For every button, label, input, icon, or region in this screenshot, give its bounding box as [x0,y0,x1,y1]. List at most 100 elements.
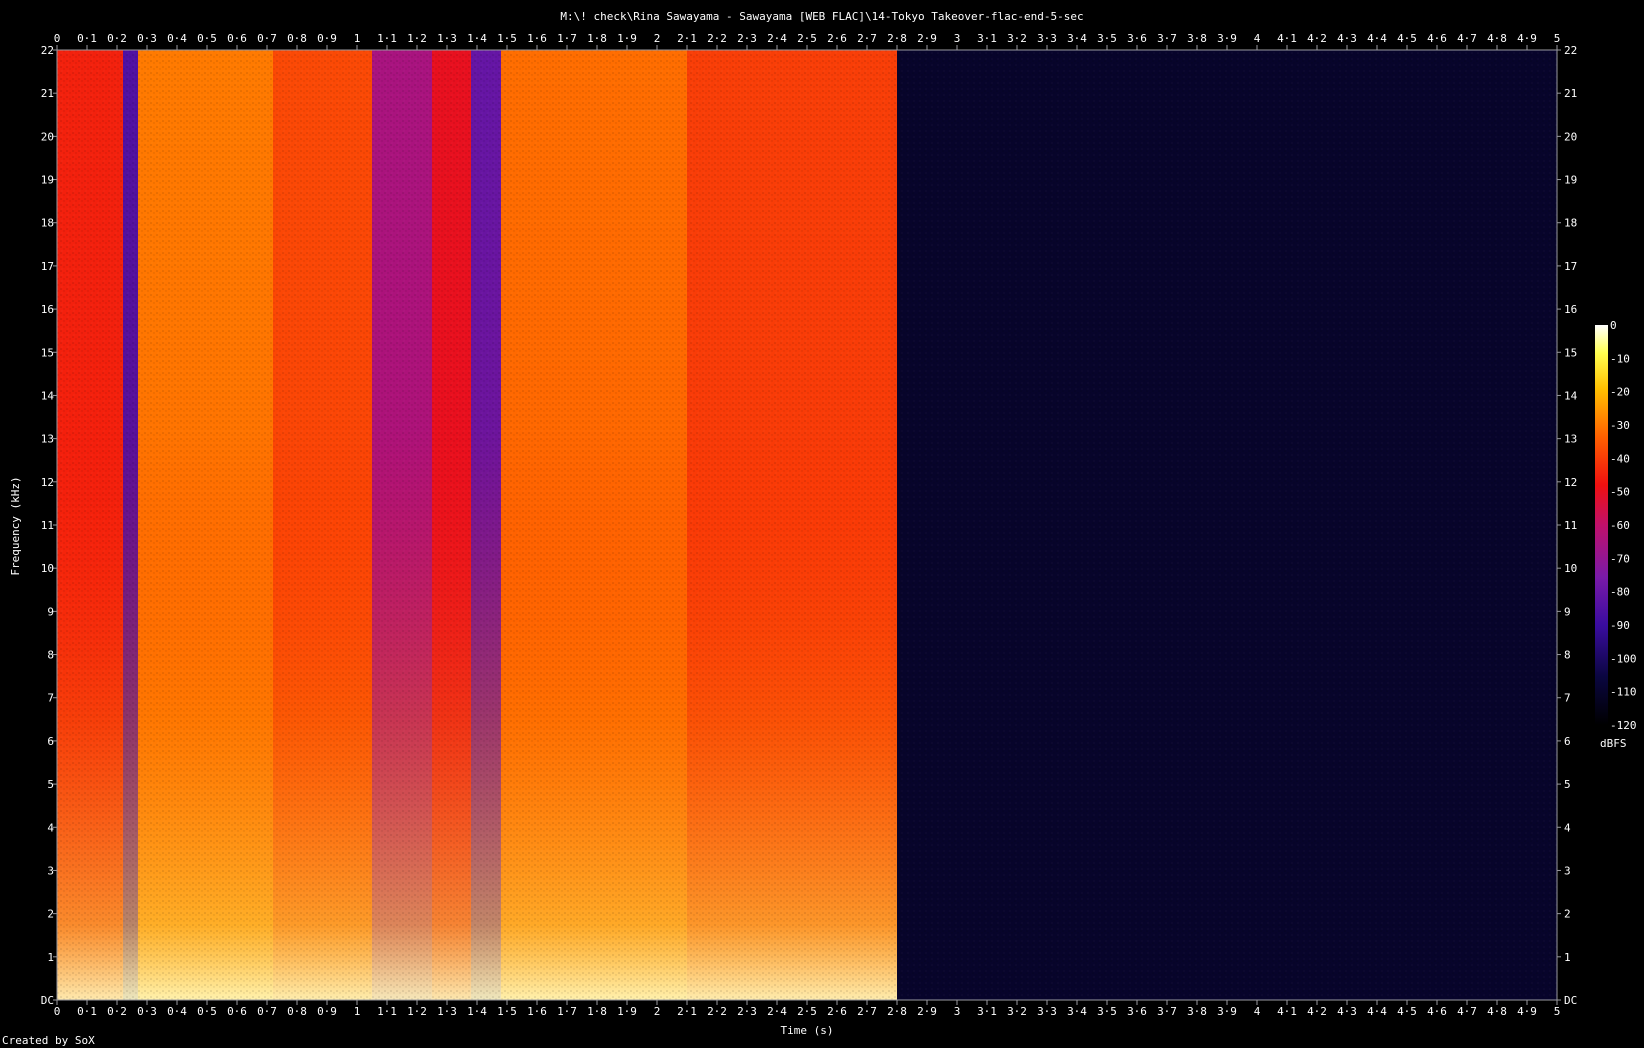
x-tick-label: 1·2 [407,1005,427,1018]
y-tick-label: 17 [1564,260,1577,273]
x-tick-label: 2·1 [677,1005,697,1018]
y-tick-label: 7 [1564,692,1571,705]
x-tick-label: 4·8 [1487,32,1507,45]
x-tick-label: 1 [354,32,361,45]
x-tick-label: 4·5 [1397,32,1417,45]
x-tick-label: 2 [654,1005,661,1018]
y-tick-label: 11 [1564,519,1577,532]
y-axis-label: Frequency (kHz) [9,476,22,575]
x-tick-label: 3·9 [1217,1005,1237,1018]
x-tick-label: 0·4 [167,1005,187,1018]
x-tick-label: 0 [54,32,61,45]
x-tick-label: 2·4 [767,1005,787,1018]
y-tick-label: 16 [41,303,54,316]
x-tick-label: 0·1 [77,1005,97,1018]
colorbar-tick-label: -90 [1610,619,1630,632]
y-axis-left: DC12345678910111213141516171819202122 [41,44,57,1007]
x-tick-label: 1·8 [587,32,607,45]
x-tick-label: 2·7 [857,1005,877,1018]
x-tick-label: 0·3 [137,32,157,45]
spectrogram-chart: M:\! check\Rina Sawayama - Sawayama [WEB… [2,10,1637,1047]
x-tick-label: 2·2 [707,1005,727,1018]
y-tick-label: DC [1564,994,1577,1007]
x-tick-label: 3·4 [1067,32,1087,45]
x-tick-label: 2·6 [827,32,847,45]
x-tick-label: 3·3 [1037,1005,1057,1018]
x-tick-label: 0·5 [197,1005,217,1018]
x-axis-bottom: 0 0·1 0·2 0·3 0·4 0·5 0·6 0·7 0·8 0·9 1 1·1 1·2 1·3 1·… [54,1000,1560,1018]
x-tick-label: 1 [354,1005,361,1018]
x-tick-label: 4·6 [1427,32,1447,45]
colorbar-tick-label: -20 [1610,386,1630,399]
x-tick-label: 4·8 [1487,1005,1507,1018]
x-tick-label: 3 [954,32,961,45]
x-tick-label: 4·9 [1517,32,1537,45]
x-tick-label: 0·9 [317,1005,337,1018]
y-tick-label: 7 [47,692,54,705]
x-tick-label: 2·3 [737,32,757,45]
x-tick-label: 5 [1554,32,1561,45]
y-tick-label: 4 [1564,821,1571,834]
colorbar-tick-label: 0 [1610,319,1617,332]
x-tick-label: 3·1 [977,1005,997,1018]
x-tick-label: 0·7 [257,1005,277,1018]
x-tick-label: 4·1 [1277,1005,1297,1018]
y-tick-label: 10 [41,562,54,575]
y-axis-right: DC12345678910111213141516171819202122 [1557,44,1578,1007]
x-tick-label: 0·9 [317,32,337,45]
x-tick-label: 0·4 [167,32,187,45]
y-tick-label: 5 [1564,778,1571,791]
x-tick-label: 4·1 [1277,32,1297,45]
colorbar-tick-label: -120 [1610,719,1637,732]
x-tick-label: 4 [1254,32,1261,45]
y-tick-label: 3 [1564,864,1571,877]
x-tick-label: 4·7 [1457,1005,1477,1018]
y-tick-label: 19 [41,174,54,187]
y-tick-label: 21 [41,87,54,100]
y-tick-label: 11 [41,519,54,532]
colorbar-tick-label: -50 [1610,486,1630,499]
x-tick-label: 4 [1254,1005,1261,1018]
x-tick-label: 1·1 [377,32,397,45]
y-tick-label: 22 [41,44,54,57]
y-tick-label: 1 [1564,951,1571,964]
y-tick-label: 12 [1564,476,1577,489]
chart-title: M:\! check\Rina Sawayama - Sawayama [WEB… [560,10,1083,23]
y-tick-label: 17 [41,260,54,273]
x-tick-label: 0·2 [107,32,127,45]
y-tick-label: 1 [47,951,54,964]
x-tick-label: 1·3 [437,32,457,45]
y-tick-label: 18 [41,217,54,230]
x-axis-top: 0 0·1 0·2 0·3 0·4 0·5 0·6 0·7 0·8 0·9 1 1·1 1·2 1·3 1·… [54,32,1561,50]
y-tick-label: 18 [1564,217,1577,230]
y-tick-label: 22 [1564,44,1577,57]
x-tick-label: 0·6 [227,32,247,45]
x-tick-label: 1·7 [557,1005,577,1018]
x-tick-label: 2·6 [827,1005,847,1018]
x-tick-label: 3·5 [1097,1005,1117,1018]
x-tick-label: 1·4 [467,32,487,45]
y-tick-label: 12 [41,476,54,489]
x-tick-label: 2·7 [857,32,877,45]
x-tick-label: 4·5 [1397,1005,1417,1018]
x-tick-label: 3·9 [1217,32,1237,45]
x-tick-label: 2·9 [917,1005,937,1018]
colorbar-tick-label: -40 [1610,452,1630,465]
x-tick-label: 2·8 [887,1005,907,1018]
x-tick-label: 3·7 [1157,1005,1177,1018]
x-tick-label: 2·5 [797,32,817,45]
x-tick-label: 0·8 [287,32,307,45]
colorbar-tick-label: -100 [1610,652,1637,665]
y-tick-label: 14 [41,389,55,402]
x-tick-label: 2·9 [917,32,937,45]
footer-credit: Created by SoX [2,1034,95,1047]
x-tick-label: 2·8 [887,32,907,45]
colorbar-tick-label: -80 [1610,586,1630,599]
x-tick-label: 3·7 [1157,32,1177,45]
x-tick-label: 3·3 [1037,32,1057,45]
x-tick-label: 2·4 [767,32,787,45]
colorbar-label: dBFS [1600,737,1627,750]
x-tick-label: 1·8 [587,1005,607,1018]
y-tick-label: 14 [1564,389,1578,402]
y-tick-label: 4 [47,821,54,834]
